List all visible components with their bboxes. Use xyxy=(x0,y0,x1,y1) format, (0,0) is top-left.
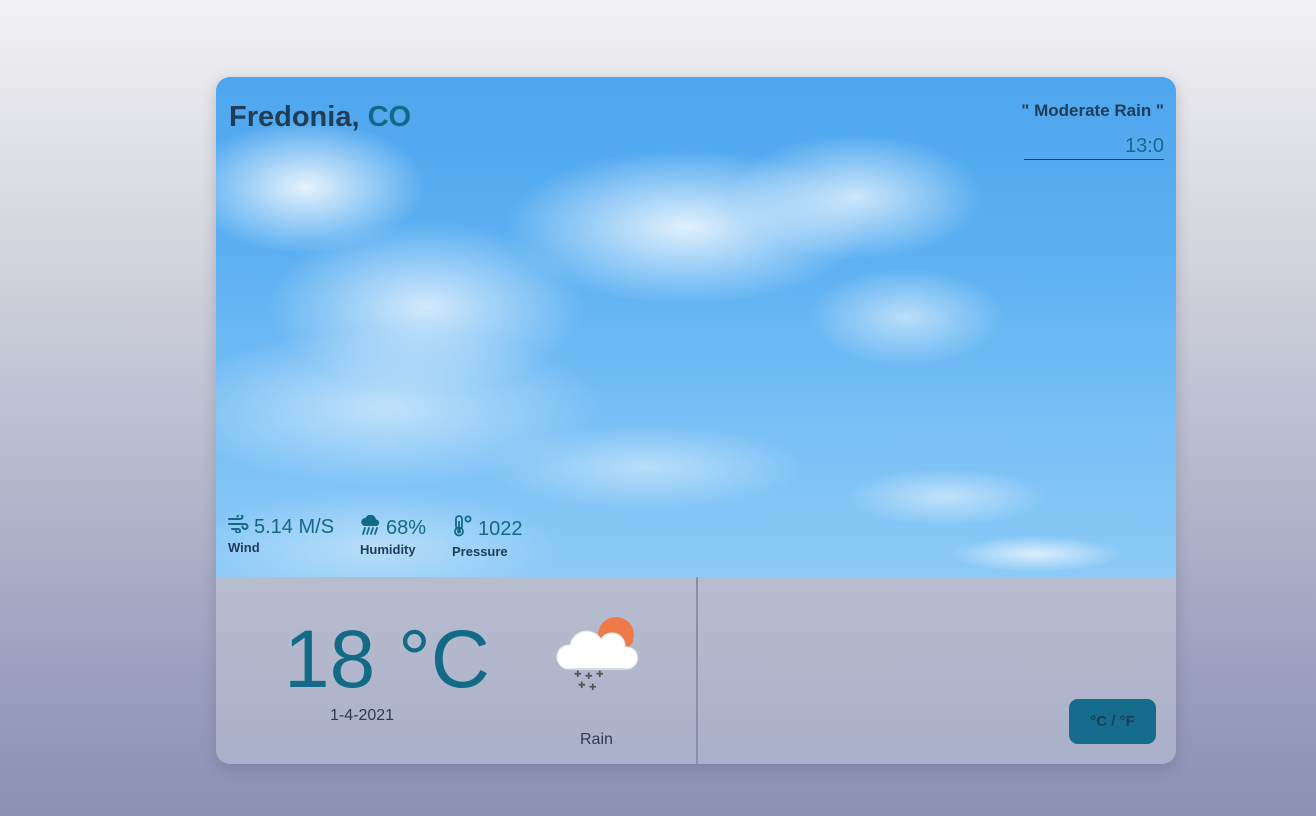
humidity-value: 68% xyxy=(386,517,427,539)
wind-value: 5.14 M/S xyxy=(254,516,335,538)
weather-label: Rain xyxy=(580,731,613,748)
condition-description: " Moderate Rain " xyxy=(1021,101,1164,120)
pressure-value: 1022 xyxy=(478,518,523,540)
panel-divider xyxy=(696,577,698,764)
current-date: 1-4-2021 xyxy=(330,707,395,724)
wind-icon xyxy=(228,513,254,539)
thermometer-icon xyxy=(452,515,478,543)
humidity-metric: 68% Humidity xyxy=(360,514,427,557)
rain-cloud-icon xyxy=(360,514,386,541)
local-time: 13:0 xyxy=(1024,134,1164,160)
cloud-sun-rain-icon: ✚ ✚ ✚ ✚ ✚ xyxy=(554,613,640,698)
current-temperature: 18 °C xyxy=(284,614,491,705)
svg-text:✚: ✚ xyxy=(596,670,604,680)
wind-metric: 5.14 M/S Wind xyxy=(228,513,335,555)
svg-text:✚: ✚ xyxy=(574,670,582,680)
pressure-label: Pressure xyxy=(452,544,508,559)
svg-text:✚: ✚ xyxy=(589,683,597,693)
sky-background: Fredonia, CO " Moderate Rain " 13:0 5.14… xyxy=(216,77,1176,577)
svg-text:✚: ✚ xyxy=(578,681,586,691)
location-title: Fredonia, CO xyxy=(229,101,411,134)
pressure-metric: 1022 Pressure xyxy=(452,515,523,559)
state-code: CO xyxy=(367,101,412,133)
weather-card: Fredonia, CO " Moderate Rain " 13:0 5.14… xyxy=(216,77,1176,764)
forecast-panel: 18 °C 1-4-2021 ✚ ✚ ✚ ✚ ✚ Rain °C / °F xyxy=(216,577,1176,764)
svg-text:✚: ✚ xyxy=(585,672,593,682)
humidity-label: Humidity xyxy=(360,542,416,557)
city-name: Fredonia, xyxy=(229,101,360,133)
unit-toggle-button[interactable]: °C / °F xyxy=(1069,699,1156,744)
wind-label: Wind xyxy=(228,540,260,555)
